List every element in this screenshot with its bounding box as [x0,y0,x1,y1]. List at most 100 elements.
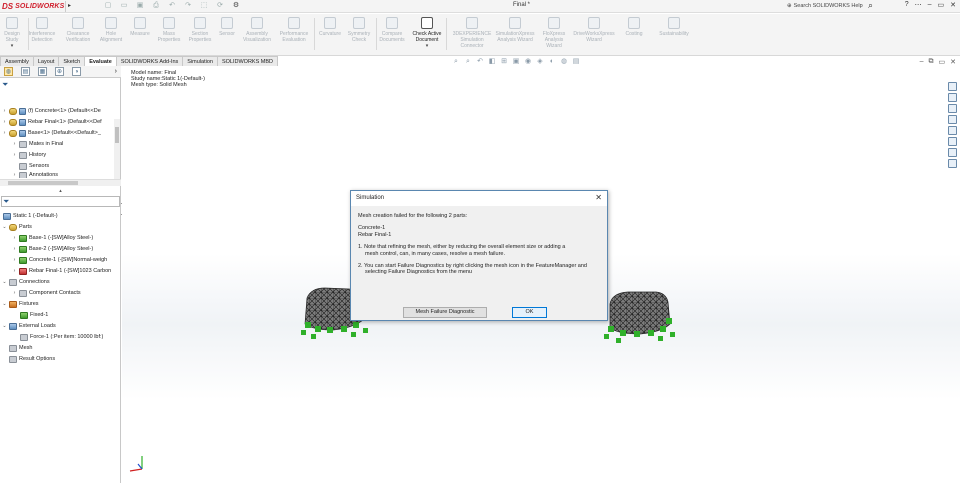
tab-solidworks-mbd[interactable]: SOLIDWORKS MBD [216,56,279,66]
viewport-minimize-icon[interactable]: – [920,58,924,66]
file-explorer-icon[interactable] [948,115,957,124]
expand-arrow-icon[interactable]: › [12,268,17,274]
tree-item-base[interactable]: › Base<1> (Default<<Default>_ [2,128,101,138]
select-icon[interactable]: ⬚ [198,1,210,11]
tree-item-fixtures[interactable]: ⌄ Fixtures [2,299,39,309]
view-palette-icon[interactable] [948,159,957,168]
expand-arrow-icon[interactable]: › [12,246,17,252]
tab-simulation[interactable]: Simulation [182,56,218,66]
expand-arrow-icon[interactable]: › [12,152,17,158]
edit-appearance-icon[interactable]: ◐ [548,58,556,66]
save-icon[interactable]: ▣ [134,1,146,11]
search-help-box[interactable]: ⊕ Search SOLIDWORKS Help [787,1,877,11]
tab-layout[interactable]: Layout [32,56,60,66]
tab-solidworks-add-ins[interactable]: SOLIDWORKS Add-Ins [115,56,184,66]
viewport-maximize-icon[interactable]: ▭ [939,58,946,66]
simulationxpress-analysis-wizard-button[interactable]: SimulationXpress Analysis Wizard [492,17,538,43]
tree-item-annotations[interactable]: › Annotations [12,172,58,178]
tree-item-mates[interactable]: › Mates in Final [12,139,63,149]
interference-detection-button[interactable]: Interference Detection [24,17,60,43]
undo-icon[interactable]: ↶ [166,1,178,11]
expand-arrow-icon[interactable]: › [2,119,7,125]
tree-item-rebar-final[interactable]: › Rebar Final<1> (Default<<Def [2,117,102,127]
viewport-close-icon[interactable]: ✕ [950,58,956,66]
viewport-tile-icon[interactable]: ⧉ [929,58,934,66]
ok-button[interactable]: OK [512,307,547,318]
driveworksxpress-wizard-button[interactable]: DriveWorksXpress Wizard [571,17,617,43]
solidworks-logo[interactable]: DS SOLIDWORKS [2,1,64,12]
zoom-to-area-icon[interactable]: ⌕ [464,58,472,66]
tree-item-result-options[interactable]: Result Options [9,354,55,364]
expand-arrow-icon[interactable]: › [12,290,17,296]
expand-arrow-icon[interactable]: › [12,141,17,147]
appearances-icon[interactable] [948,126,957,135]
tree-filter-icon[interactable]: ⏷ [2,80,8,90]
tree-item-component-contacts[interactable]: › Component Contacts [12,288,81,298]
property-manager-icon[interactable]: ▤ [21,67,30,76]
tree-item-connections[interactable]: ⌄ Connections [2,277,50,287]
panel-splitter[interactable]: ▴ [0,188,121,194]
hide-show-items-icon[interactable]: ◈ [536,58,544,66]
simulation-tree-filter[interactable]: ⏷ [1,196,120,207]
tree-item-force[interactable]: Force-1 (:Per item: 10000 lbf:) [20,332,103,342]
tab-sketch[interactable]: Sketch [58,56,86,66]
feature-manager-tree-icon[interactable]: ◍ [4,67,13,76]
expand-arrow-icon[interactable]: › [12,172,17,178]
compare-documents-button[interactable]: Compare Documents [374,17,410,43]
check-active-document-button[interactable]: Check Active Document ▾ [409,17,445,49]
zoom-to-fit-icon[interactable]: ⌕ [452,58,460,66]
apply-scene-icon[interactable]: ◍ [560,58,568,66]
tree-item-external-loads[interactable]: ⌄ External Loads [2,321,56,331]
display-manager-icon[interactable]: ◑ [72,67,81,76]
home-icon[interactable] [948,82,957,91]
mesh-model-right[interactable] [602,290,682,350]
dynamic-annotation-icon[interactable]: ⊞ [500,58,508,66]
symmetry-check-button[interactable]: Symmetry Check [341,17,377,43]
display-style-icon[interactable]: ◉ [524,58,532,66]
view-orientation-icon[interactable]: ▣ [512,58,520,66]
tab-evaluate[interactable]: Evaluate [84,56,117,66]
restore-icon[interactable]: ▭ [938,1,945,9]
tree-item-history[interactable]: › History [12,150,46,160]
tree-item-part[interactable]: › Base-1 (-[SW]Alloy Steel-) [12,233,93,243]
print-icon[interactable]: ⎙ [150,1,162,11]
chevron-right-icon[interactable]: › [115,68,117,75]
custom-properties-icon[interactable] [948,137,957,146]
feature-tree-horizontal-scrollbar[interactable] [0,179,121,186]
previous-view-icon[interactable]: ↶ [476,58,484,66]
tree-item-study[interactable]: Static 1 (-Default-) [3,211,58,221]
resources-icon[interactable] [948,93,957,102]
tree-item-parts[interactable]: ⌄ Parts [2,222,32,232]
close-icon[interactable]: ✕ [950,1,956,9]
pin-icon[interactable]: ⋯ [915,1,922,9]
rebuild-icon[interactable]: ⟳ [214,1,226,11]
collapse-arrow-icon[interactable]: ⌄ [2,301,7,307]
redo-icon[interactable]: ↷ [182,1,194,11]
minimize-icon[interactable]: – [928,1,932,9]
mesh-failure-diagnostic-button[interactable]: Mesh Failure Diagnostic [403,307,487,318]
tree-item-part[interactable]: › Base-2 (-[SW]Alloy Steel-) [12,244,93,254]
feature-tree-vertical-scrollbar[interactable] [114,119,120,179]
expand-arrow-icon[interactable]: › [12,257,17,263]
assembly-visualization-button[interactable]: Assembly Visualization [239,17,275,43]
tab-assembly[interactable]: Assembly [0,56,34,66]
tree-item-sensors[interactable]: Sensors [12,161,49,171]
floxpress-analysis-wizard-button[interactable]: FloXpress Analysis Wizard [536,17,572,49]
view-settings-icon[interactable]: ▤ [572,58,580,66]
solidworks-forum-icon[interactable] [948,148,957,157]
3dexperience-simulation-connector-button[interactable]: 3DEXPERIENCE Simulation Connector [452,17,492,49]
section-view-icon[interactable]: ◧ [488,58,496,66]
expand-arrow-icon[interactable]: › [2,130,7,136]
collapse-arrow-icon[interactable]: ⌄ [2,224,7,230]
tree-item-mesh[interactable]: Mesh [9,343,32,353]
performance-evaluation-button[interactable]: Performance Evaluation [276,17,312,43]
expand-arrow-icon[interactable]: › [12,235,17,241]
open-icon[interactable]: ▭ [118,1,130,11]
tree-item-part[interactable]: › Rebar Final-1 (-[SW]1023 Carbon [12,266,111,276]
new-document-icon[interactable]: ▢ [102,1,114,11]
configuration-manager-icon[interactable]: ▦ [38,67,47,76]
expand-arrow-icon[interactable]: › [2,108,7,114]
dimxpert-manager-icon[interactable]: ⊕ [55,67,64,76]
dialog-close-icon[interactable]: ✕ [595,193,602,202]
tree-item-fixed[interactable]: Fixed-1 [20,310,48,320]
